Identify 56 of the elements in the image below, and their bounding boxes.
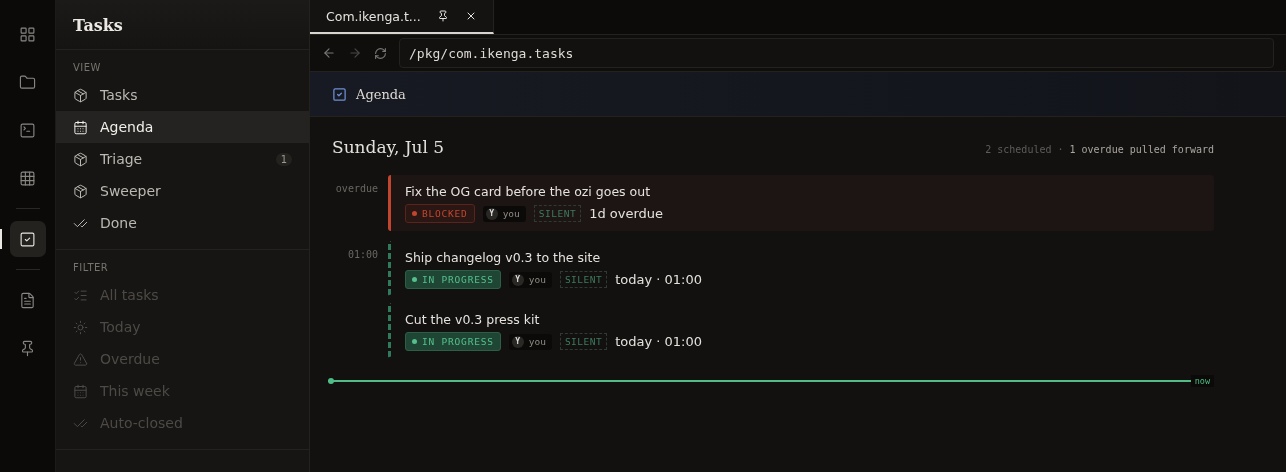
task-card[interactable]: Fix the OG card before the ozi goes out BLOCKED Y you SILENT 1d overdue	[388, 175, 1214, 231]
task-card[interactable]: Ship changelog v0.3 to the site IN PROGRESS Y you SILENT today · 01:00	[388, 241, 1214, 297]
task-title: Ship changelog v0.3 to the site	[405, 250, 602, 265]
page-title: Agenda	[356, 86, 406, 102]
pin-icon	[19, 339, 36, 357]
section-heading: VIEW	[72, 62, 102, 75]
calendar-icon	[73, 383, 88, 399]
owner-chip: Y you	[508, 271, 552, 288]
checkbox-icon	[332, 86, 347, 102]
back-icon[interactable]	[322, 46, 336, 60]
calendar-icon	[73, 119, 88, 135]
reload-icon[interactable]	[374, 46, 387, 60]
sun-icon	[73, 319, 88, 335]
count-badge: 1	[275, 152, 292, 166]
pin-icon[interactable]	[436, 10, 449, 22]
sidebar-title: Tasks	[56, 0, 309, 50]
time-label: 01:00	[346, 248, 379, 262]
task-title: Cut the v0.3 press kit	[405, 312, 541, 327]
warning-icon	[73, 351, 88, 367]
summary-text: 2 scheduled	[985, 144, 1052, 155]
due-text: today · 01:00	[615, 334, 703, 349]
summary-text: 1 overdue pulled forward	[1069, 144, 1214, 155]
box-icon	[73, 183, 88, 199]
sidebar-item[interactable]: Done	[56, 207, 309, 239]
sidebar-item[interactable]: Tasks	[56, 79, 309, 111]
status-chip: BLOCKED	[405, 204, 475, 223]
address-field[interactable]: /pkg/com.ikenga.tasks	[399, 38, 1274, 68]
tag-chip: SILENT	[559, 271, 608, 288]
owner-chip: Y you	[482, 205, 526, 222]
grid-icon	[19, 25, 36, 43]
tag-chip: SILENT	[533, 205, 582, 222]
status-chip: IN PROGRESS	[405, 270, 501, 289]
box-icon	[73, 87, 88, 103]
folder-icon	[19, 73, 36, 91]
due-text: 1d overdue	[589, 206, 664, 221]
status-chip: IN PROGRESS	[405, 332, 501, 351]
box-icon	[73, 151, 88, 167]
task-title: Fix the OG card before the ozi goes out	[405, 184, 652, 199]
sidebar-item[interactable]: Triage 1	[56, 143, 309, 175]
table-icon	[19, 169, 36, 187]
date-heading: Sunday, Jul 5	[332, 137, 445, 157]
tag-chip: SILENT	[559, 333, 608, 350]
due-text: today · 01:00	[615, 272, 703, 287]
now-label: now	[1190, 375, 1214, 387]
document-icon	[19, 291, 36, 309]
terminal-icon	[19, 121, 36, 139]
task-card[interactable]: Cut the v0.3 press kit IN PROGRESS Y you SILENT today · 01:00	[388, 303, 1214, 359]
section-heading: FILTER	[72, 262, 110, 275]
summary-text: ·	[1057, 144, 1064, 155]
sidebar-item[interactable]: Agenda	[56, 111, 309, 143]
checkbox-icon	[19, 230, 36, 248]
time-label: overdue	[334, 182, 379, 196]
tab[interactable]: Com.ikenga.t...	[310, 0, 494, 34]
owner-chip: Y you	[508, 333, 552, 350]
sidebar-item[interactable]: Sweeper	[56, 175, 309, 207]
checklist-icon	[73, 287, 88, 303]
